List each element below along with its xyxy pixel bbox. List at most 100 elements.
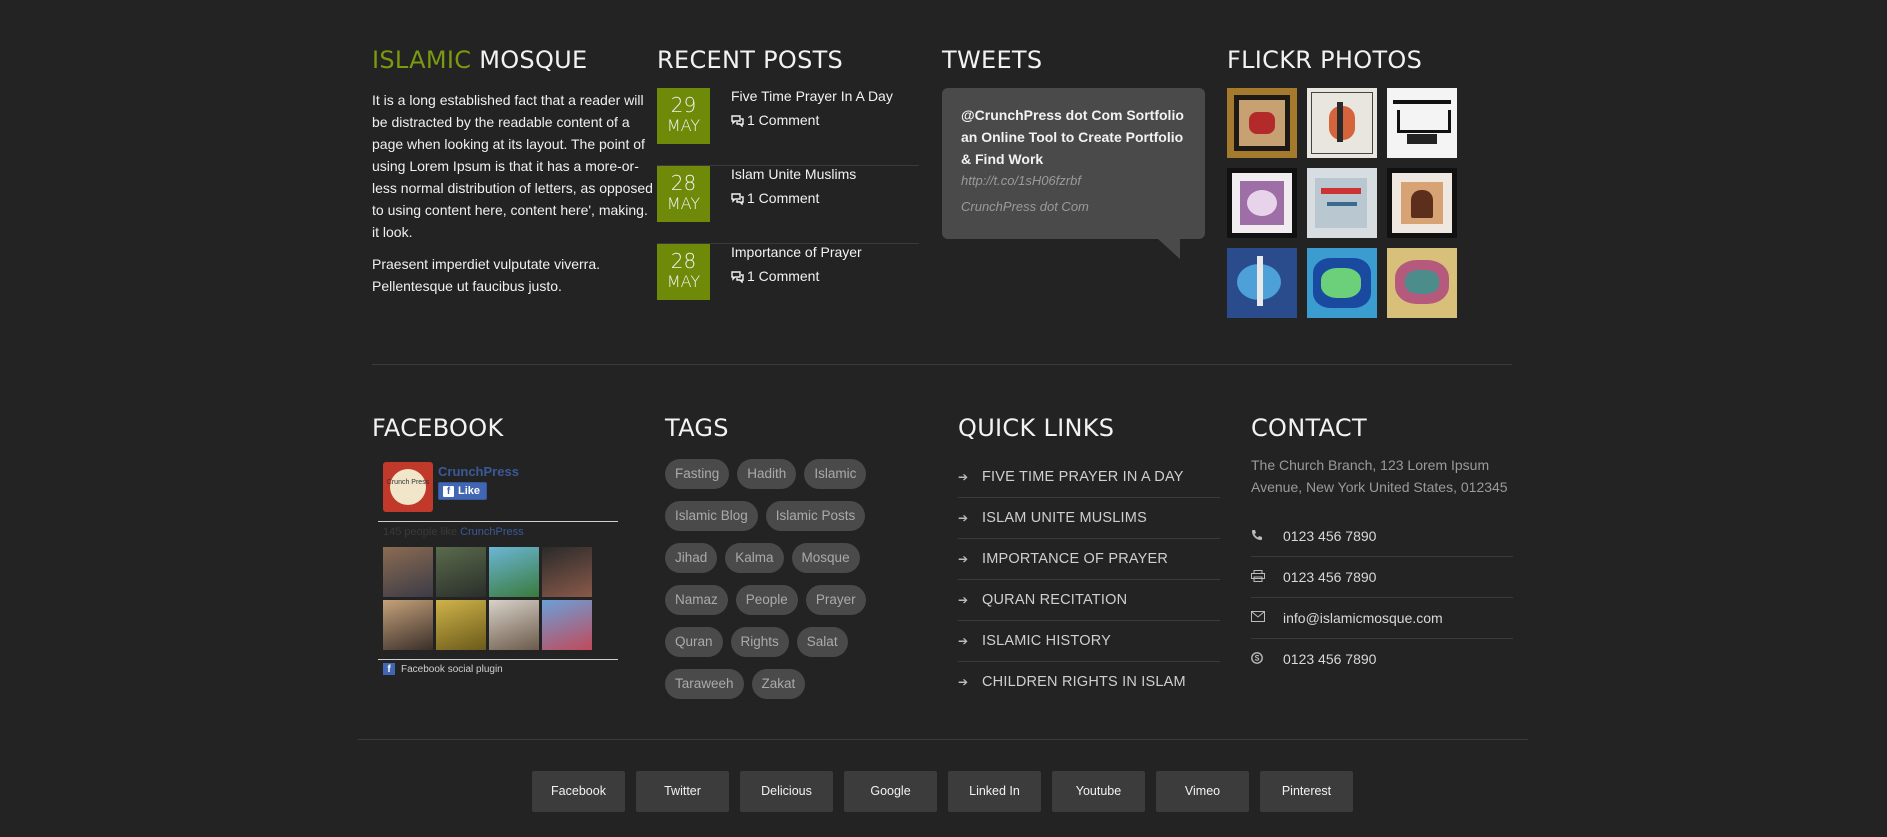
about-title: ISLAMIC MOSQUE xyxy=(372,46,657,74)
about-title-rest: MOSQUE xyxy=(479,46,588,74)
social-delicious-button[interactable]: Delicious xyxy=(740,771,833,812)
quick-link[interactable]: ➔ IMPORTANCE OF PRAYER xyxy=(958,539,1220,580)
flickr-photo[interactable] xyxy=(1387,88,1457,158)
tag-link[interactable]: Islamic Blog xyxy=(665,501,758,531)
fb-fan-avatar[interactable] xyxy=(436,547,486,597)
contact-email[interactable]: info@islamicmosque.com xyxy=(1251,598,1513,639)
contact-fax-text: 0123 456 7890 xyxy=(1283,569,1377,585)
tag-link[interactable]: Mosque xyxy=(791,543,860,573)
facebook-likebox: Crunch Press CrunchPress f Like 145 peopl… xyxy=(378,462,618,675)
tag-link[interactable]: Quran xyxy=(665,627,723,657)
post-item[interactable]: 29 MAY Five Time Prayer In A Day 1 Comme… xyxy=(657,88,919,166)
post-comments[interactable]: 1 Comment xyxy=(731,112,893,128)
tag-link[interactable]: Jihad xyxy=(665,543,718,573)
social-twitter-button[interactable]: Twitter xyxy=(636,771,729,812)
tag-link[interactable]: Fasting xyxy=(665,459,730,489)
arrow-right-icon: ➔ xyxy=(958,593,969,607)
fb-fan-avatar[interactable] xyxy=(542,600,592,650)
tag-link[interactable]: Salat xyxy=(796,627,848,657)
social-google-button[interactable]: Google xyxy=(844,771,937,812)
post-month: MAY xyxy=(666,272,701,291)
fb-like-f: f xyxy=(443,486,454,497)
post-title-link[interactable]: Importance of Prayer xyxy=(731,244,862,260)
post-item[interactable]: 28 MAY Islam Unite Muslims 1 Comment xyxy=(657,166,919,244)
tag-link[interactable]: Namaz xyxy=(665,585,728,615)
post-info: Islam Unite Muslims 1 Comment xyxy=(731,166,856,243)
post-comments-label: 1 Comment xyxy=(747,112,820,128)
about-text-2: Praesent imperdiet vulputate viverra. Pe… xyxy=(372,256,600,294)
social-youtube-button[interactable]: Youtube xyxy=(1052,771,1145,812)
comments-icon xyxy=(731,271,744,283)
post-title-link[interactable]: Islam Unite Muslims xyxy=(731,166,856,182)
fb-fan-avatar[interactable] xyxy=(383,547,433,597)
fb-header: Crunch Press CrunchPress f Like xyxy=(378,462,618,512)
tag-link[interactable]: People xyxy=(735,585,798,615)
fb-people-link[interactable]: CrunchPress xyxy=(460,526,524,538)
arrow-right-icon: ➔ xyxy=(958,552,969,566)
fb-people-count: 145 people like xyxy=(383,526,458,538)
flickr-photo[interactable] xyxy=(1387,248,1457,318)
fb-fan-avatar[interactable] xyxy=(436,600,486,650)
flickr-widget: FLICKR PHOTOS xyxy=(1227,46,1512,364)
post-title-link[interactable]: Five Time Prayer In A Day xyxy=(731,88,893,104)
flickr-photo[interactable] xyxy=(1307,88,1377,158)
social-links: Facebook Twitter Delicious Google Linked… xyxy=(532,771,1353,812)
comments-icon xyxy=(731,193,744,205)
tag-link[interactable]: Hadith xyxy=(737,459,797,489)
tweet-author[interactable]: CrunchPress dot Com xyxy=(961,196,1186,218)
tag-link[interactable]: Kalma xyxy=(725,543,784,573)
facebook-icon: f xyxy=(383,663,395,675)
fb-fan-avatar[interactable] xyxy=(489,600,539,650)
crunchpress-logo-text: Crunch Press xyxy=(386,479,430,486)
quick-link-label: ISLAMIC HISTORY xyxy=(982,633,1111,649)
tags-widget: TAGS Fasting Hadith Islamic Islamic Blog… xyxy=(665,414,958,702)
post-comments-label: 1 Comment xyxy=(747,268,820,284)
post-item[interactable]: 28 MAY Importance of Prayer 1 Comment xyxy=(657,244,919,321)
fb-fan-avatar[interactable] xyxy=(542,547,592,597)
flickr-photo[interactable] xyxy=(1227,168,1297,238)
footer-divider xyxy=(358,739,1528,740)
tag-link[interactable]: Taraweeh xyxy=(665,669,744,699)
quick-link[interactable]: ➔ QURAN RECITATION xyxy=(958,580,1220,621)
flickr-photo[interactable] xyxy=(1307,168,1377,238)
tag-link[interactable]: Islamic Posts xyxy=(765,501,866,531)
fb-like-button[interactable]: f Like xyxy=(438,482,488,500)
quick-link-label: CHILDREN RIGHTS IN ISLAM xyxy=(982,674,1186,690)
quick-link[interactable]: ➔ ISLAMIC HISTORY xyxy=(958,621,1220,662)
social-linkedin-button[interactable]: Linked In xyxy=(948,771,1041,812)
tag-link[interactable]: Prayer xyxy=(805,585,866,615)
fb-page-name[interactable]: CrunchPress xyxy=(438,464,519,479)
post-month: MAY xyxy=(666,116,701,135)
quick-link[interactable]: ➔ CHILDREN RIGHTS IN ISLAM xyxy=(958,662,1220,702)
social-vimeo-button[interactable]: Vimeo xyxy=(1156,771,1249,812)
crunchpress-logo[interactable]: Crunch Press xyxy=(383,462,433,512)
tag-link[interactable]: Zakat xyxy=(751,669,806,699)
flickr-photo[interactable] xyxy=(1227,88,1297,158)
flickr-grid xyxy=(1227,88,1512,318)
fb-fan-avatar[interactable] xyxy=(383,600,433,650)
social-facebook-button[interactable]: Facebook xyxy=(532,771,625,812)
comments-icon xyxy=(731,115,744,127)
post-comments[interactable]: 1 Comment xyxy=(731,268,862,284)
quick-link[interactable]: ➔ ISLAM UNITE MUSLIMS xyxy=(958,498,1220,539)
tweets-widget: TWEETS @CrunchPress dot Com Sortfolio an… xyxy=(942,46,1227,364)
flickr-photo[interactable] xyxy=(1387,168,1457,238)
recent-posts-title: RECENT POSTS xyxy=(657,46,844,74)
social-pinterest-button[interactable]: Pinterest xyxy=(1260,771,1353,812)
tag-link[interactable]: Rights xyxy=(730,627,789,657)
fb-social-plugin[interactable]: f Facebook social plugin xyxy=(378,663,618,675)
skype-icon xyxy=(1251,651,1283,667)
fb-plugin-label: Facebook social plugin xyxy=(401,663,503,675)
fb-fan-avatar[interactable] xyxy=(489,547,539,597)
tweet-link[interactable]: http://t.co/1sH06fzrbf xyxy=(961,170,1186,192)
contact-skype: 0123 456 7890 xyxy=(1251,639,1513,679)
tag-link[interactable]: Islamic xyxy=(804,459,867,489)
arrow-right-icon: ➔ xyxy=(958,634,969,648)
fb-people-text: 145 people like CrunchPress xyxy=(378,526,618,538)
post-comments[interactable]: 1 Comment xyxy=(731,190,856,206)
flickr-photo[interactable] xyxy=(1307,248,1377,318)
flickr-photo[interactable] xyxy=(1227,248,1297,318)
footer-widgets: ISLAMIC MOSQUE It is a long established … xyxy=(372,0,1513,699)
post-info: Five Time Prayer In A Day 1 Comment xyxy=(731,88,893,165)
quick-link[interactable]: ➔ FIVE TIME PRAYER IN A DAY xyxy=(958,457,1220,498)
